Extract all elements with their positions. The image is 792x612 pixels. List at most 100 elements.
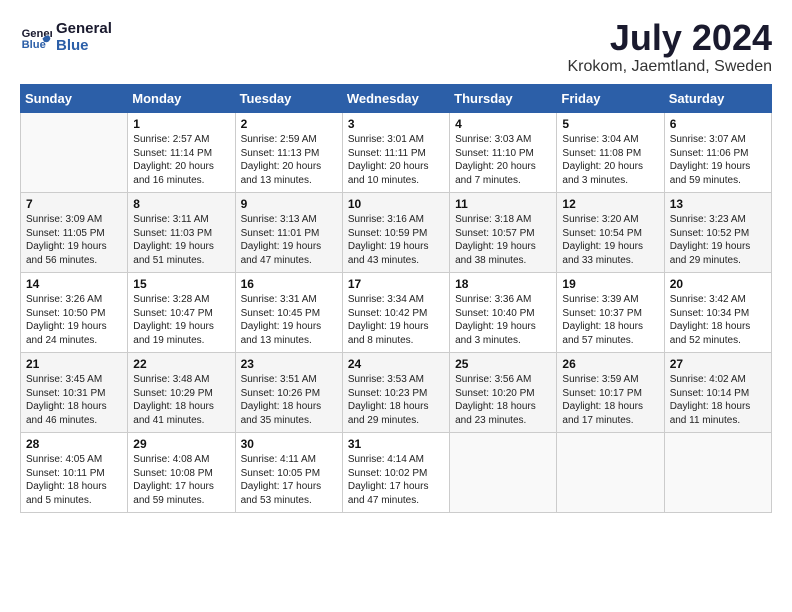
day-info: Sunrise: 4:05 AMSunset: 10:11 PMDaylight… xyxy=(26,453,122,507)
day-number: 27 xyxy=(670,357,766,371)
calendar-cell: 31Sunrise: 4:14 AMSunset: 10:02 PMDaylig… xyxy=(342,433,449,513)
day-info: Sunrise: 3:39 AMSunset: 10:37 PMDaylight… xyxy=(562,293,658,347)
page-header: General Blue General Blue July 2024 Krok… xyxy=(20,20,772,76)
weekday-header-row: SundayMondayTuesdayWednesdayThursdayFrid… xyxy=(21,85,772,113)
calendar-week-2: 7 Sunrise: 3:09 AMSunset: 11:05 PMDayligh… xyxy=(21,193,772,273)
calendar-cell: 23 Sunrise: 3:51 AMSunset: 10:26 PMDaylig… xyxy=(235,353,342,433)
day-info: Sunrise: 3:45 AMSunset: 10:31 PMDaylight… xyxy=(26,373,122,427)
day-info: Sunrise: 3:16 AMSunset: 10:59 PMDaylight… xyxy=(348,213,444,267)
day-number: 30 xyxy=(241,437,337,451)
day-number: 14 xyxy=(26,277,122,291)
day-number: 19 xyxy=(562,277,658,291)
day-info: Sunrise: 3:51 AMSunset: 10:26 PMDaylight… xyxy=(241,373,337,427)
day-number: 21 xyxy=(26,357,122,371)
day-info: Sunrise: 3:31 AMSunset: 10:45 PMDaylight… xyxy=(241,293,337,347)
calendar-cell: 14 Sunrise: 3:26 AMSunset: 10:50 PMDaylig… xyxy=(21,273,128,353)
calendar-cell: 7 Sunrise: 3:09 AMSunset: 11:05 PMDayligh… xyxy=(21,193,128,273)
calendar-cell: 4 Sunrise: 3:03 AMSunset: 11:10 PMDayligh… xyxy=(450,113,557,193)
day-number: 2 xyxy=(241,117,337,131)
calendar-cell: 28Sunrise: 4:05 AMSunset: 10:11 PMDaylig… xyxy=(21,433,128,513)
month-title: July 2024 xyxy=(567,20,772,56)
calendar-cell xyxy=(664,433,771,513)
day-number: 7 xyxy=(26,197,122,211)
title-area: July 2024 Krokom, Jaemtland, Sweden xyxy=(567,20,772,76)
day-number: 4 xyxy=(455,117,551,131)
day-info: Sunrise: 3:42 AMSunset: 10:34 PMDaylight… xyxy=(670,293,766,347)
weekday-header-saturday: Saturday xyxy=(664,85,771,113)
calendar-cell xyxy=(557,433,664,513)
day-number: 1 xyxy=(133,117,229,131)
svg-text:Blue: Blue xyxy=(22,39,46,51)
day-number: 26 xyxy=(562,357,658,371)
calendar-cell xyxy=(450,433,557,513)
calendar-cell: 21 Sunrise: 3:45 AMSunset: 10:31 PMDaylig… xyxy=(21,353,128,433)
day-info: Sunrise: 2:57 AMSunset: 11:14 PMDaylight… xyxy=(133,133,229,187)
day-number: 17 xyxy=(348,277,444,291)
day-info: Sunrise: 2:59 AMSunset: 11:13 PMDaylight… xyxy=(241,133,337,187)
calendar-cell: 9 Sunrise: 3:13 AMSunset: 11:01 PMDayligh… xyxy=(235,193,342,273)
day-info: Sunrise: 3:59 AMSunset: 10:17 PMDaylight… xyxy=(562,373,658,427)
weekday-header-friday: Friday xyxy=(557,85,664,113)
location: Krokom, Jaemtland, Sweden xyxy=(567,58,772,76)
day-number: 23 xyxy=(241,357,337,371)
day-info: Sunrise: 3:28 AMSunset: 10:47 PMDaylight… xyxy=(133,293,229,347)
calendar-cell: 5 Sunrise: 3:04 AMSunset: 11:08 PMDayligh… xyxy=(557,113,664,193)
calendar-cell: 26 Sunrise: 3:59 AMSunset: 10:17 PMDaylig… xyxy=(557,353,664,433)
calendar-week-4: 21 Sunrise: 3:45 AMSunset: 10:31 PMDaylig… xyxy=(21,353,772,433)
day-info: Sunrise: 3:18 AMSunset: 10:57 PMDaylight… xyxy=(455,213,551,267)
logo-blue: Blue xyxy=(56,37,112,54)
day-number: 6 xyxy=(670,117,766,131)
day-info: Sunrise: 3:04 AMSunset: 11:08 PMDaylight… xyxy=(562,133,658,187)
day-number: 13 xyxy=(670,197,766,211)
weekday-header-thursday: Thursday xyxy=(450,85,557,113)
day-number: 12 xyxy=(562,197,658,211)
weekday-header-wednesday: Wednesday xyxy=(342,85,449,113)
calendar-cell: 15Sunrise: 3:28 AMSunset: 10:47 PMDaylig… xyxy=(128,273,235,353)
logo: General Blue General Blue xyxy=(20,20,112,54)
day-number: 3 xyxy=(348,117,444,131)
day-info: Sunrise: 3:01 AMSunset: 11:11 PMDaylight… xyxy=(348,133,444,187)
logo-icon: General Blue xyxy=(20,21,52,53)
day-number: 10 xyxy=(348,197,444,211)
day-number: 25 xyxy=(455,357,551,371)
calendar-table: SundayMondayTuesdayWednesdayThursdayFrid… xyxy=(20,84,772,513)
day-info: Sunrise: 4:14 AMSunset: 10:02 PMDaylight… xyxy=(348,453,444,507)
calendar-cell: 29 Sunrise: 4:08 AMSunset: 10:08 PMDaylig… xyxy=(128,433,235,513)
calendar-cell: 12Sunrise: 3:20 AMSunset: 10:54 PMDaylig… xyxy=(557,193,664,273)
calendar-cell: 1 Sunrise: 2:57 AMSunset: 11:14 PMDayligh… xyxy=(128,113,235,193)
calendar-cell: 25 Sunrise: 3:56 AMSunset: 10:20 PMDaylig… xyxy=(450,353,557,433)
day-info: Sunrise: 3:09 AMSunset: 11:05 PMDaylight… xyxy=(26,213,122,267)
calendar-cell: 24 Sunrise: 3:53 AMSunset: 10:23 PMDaylig… xyxy=(342,353,449,433)
calendar-cell: 22 Sunrise: 3:48 AMSunset: 10:29 PMDaylig… xyxy=(128,353,235,433)
calendar-cell: 16Sunrise: 3:31 AMSunset: 10:45 PMDaylig… xyxy=(235,273,342,353)
day-number: 29 xyxy=(133,437,229,451)
calendar-cell: 20Sunrise: 3:42 AMSunset: 10:34 PMDaylig… xyxy=(664,273,771,353)
calendar-cell: 13Sunrise: 3:23 AMSunset: 10:52 PMDaylig… xyxy=(664,193,771,273)
day-number: 22 xyxy=(133,357,229,371)
calendar-cell: 19 Sunrise: 3:39 AMSunset: 10:37 PMDaylig… xyxy=(557,273,664,353)
day-info: Sunrise: 4:08 AMSunset: 10:08 PMDaylight… xyxy=(133,453,229,507)
day-number: 24 xyxy=(348,357,444,371)
calendar-cell: 18 Sunrise: 3:36 AMSunset: 10:40 PMDaylig… xyxy=(450,273,557,353)
calendar-cell: 27 Sunrise: 4:02 AMSunset: 10:14 PMDaylig… xyxy=(664,353,771,433)
day-info: Sunrise: 3:11 AMSunset: 11:03 PMDaylight… xyxy=(133,213,229,267)
day-number: 9 xyxy=(241,197,337,211)
day-info: Sunrise: 3:26 AMSunset: 10:50 PMDaylight… xyxy=(26,293,122,347)
day-info: Sunrise: 3:48 AMSunset: 10:29 PMDaylight… xyxy=(133,373,229,427)
calendar-cell: 8Sunrise: 3:11 AMSunset: 11:03 PMDayligh… xyxy=(128,193,235,273)
day-number: 5 xyxy=(562,117,658,131)
day-info: Sunrise: 3:13 AMSunset: 11:01 PMDaylight… xyxy=(241,213,337,267)
calendar-week-1: 1 Sunrise: 2:57 AMSunset: 11:14 PMDayligh… xyxy=(21,113,772,193)
day-info: Sunrise: 4:11 AMSunset: 10:05 PMDaylight… xyxy=(241,453,337,507)
day-info: Sunrise: 3:03 AMSunset: 11:10 PMDaylight… xyxy=(455,133,551,187)
calendar-cell: 30 Sunrise: 4:11 AMSunset: 10:05 PMDaylig… xyxy=(235,433,342,513)
day-info: Sunrise: 3:36 AMSunset: 10:40 PMDaylight… xyxy=(455,293,551,347)
logo-general: General xyxy=(56,20,112,37)
day-info: Sunrise: 3:56 AMSunset: 10:20 PMDaylight… xyxy=(455,373,551,427)
day-info: Sunrise: 3:53 AMSunset: 10:23 PMDaylight… xyxy=(348,373,444,427)
day-info: Sunrise: 3:07 AMSunset: 11:06 PMDaylight… xyxy=(670,133,766,187)
day-info: Sunrise: 4:02 AMSunset: 10:14 PMDaylight… xyxy=(670,373,766,427)
calendar-cell: 2 Sunrise: 2:59 AMSunset: 11:13 PMDayligh… xyxy=(235,113,342,193)
calendar-cell: 6 Sunrise: 3:07 AMSunset: 11:06 PMDayligh… xyxy=(664,113,771,193)
day-number: 18 xyxy=(455,277,551,291)
